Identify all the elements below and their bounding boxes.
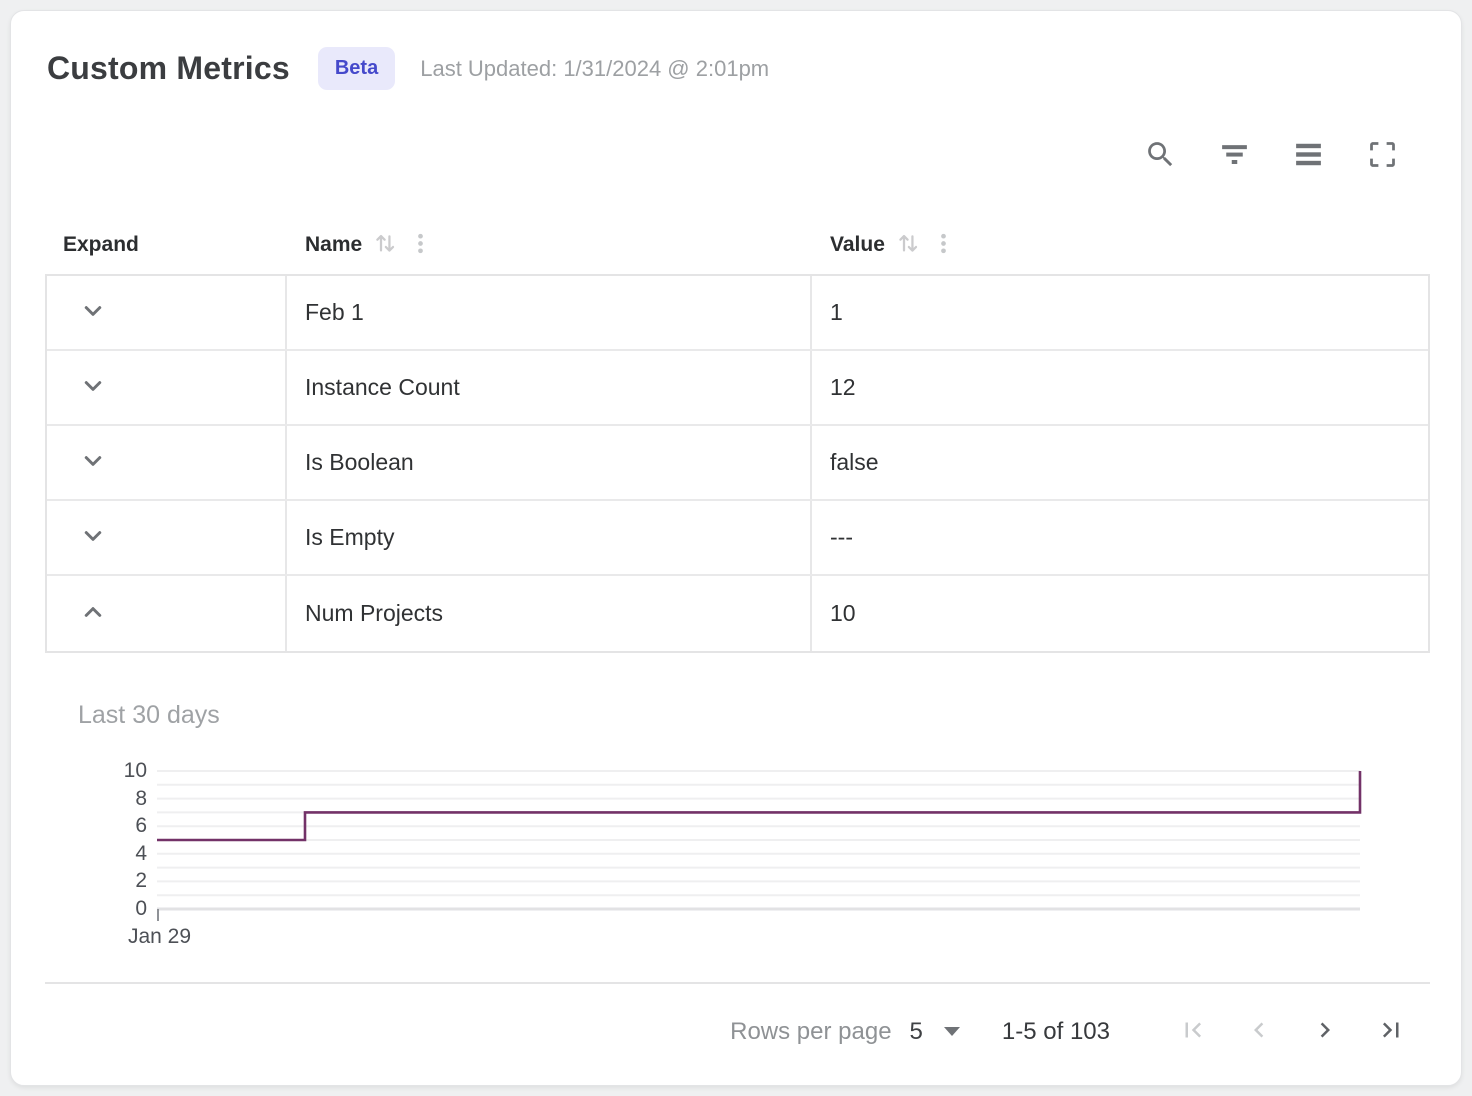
metric-name: Is Boolean bbox=[305, 449, 414, 476]
chevron-up-icon bbox=[78, 597, 108, 630]
table-row: Instance Count 12 bbox=[47, 351, 1428, 426]
metric-name-cell: Is Empty bbox=[287, 501, 812, 574]
metric-name: Is Empty bbox=[305, 524, 394, 551]
page-title: Custom Metrics bbox=[47, 50, 290, 87]
metric-value-cell: --- bbox=[812, 501, 1428, 574]
expand-column-header: Expand bbox=[45, 233, 287, 257]
expand-cell bbox=[47, 576, 287, 651]
value-column-header[interactable]: Value bbox=[812, 229, 1430, 262]
expand-row-button[interactable] bbox=[75, 445, 111, 481]
sort-icon[interactable] bbox=[895, 229, 922, 262]
metric-value: 1 bbox=[830, 299, 843, 326]
value-column-label: Value bbox=[830, 233, 885, 257]
rows-per-page-label: Rows per page bbox=[730, 1018, 891, 1046]
next-page-button[interactable] bbox=[1302, 1009, 1348, 1055]
y-axis-tick-label: 8 bbox=[135, 787, 147, 811]
table-row: Feb 1 1 bbox=[47, 276, 1428, 351]
dropdown-caret-icon bbox=[944, 1027, 960, 1036]
search-button[interactable] bbox=[1142, 136, 1178, 172]
sort-icon[interactable] bbox=[372, 229, 399, 262]
pagination-range: 1-5 of 103 bbox=[1002, 1018, 1110, 1046]
y-axis-tick-label: 2 bbox=[135, 869, 147, 893]
chart-plot-area: Jan 29 bbox=[157, 770, 1360, 910]
search-icon bbox=[1144, 138, 1177, 171]
metric-value: 12 bbox=[830, 374, 856, 401]
fullscreen-button[interactable] bbox=[1364, 136, 1400, 172]
sparkline-svg bbox=[157, 770, 1360, 910]
rows-per-page-value: 5 bbox=[910, 1018, 923, 1046]
beta-badge: Beta bbox=[318, 47, 395, 90]
expand-row-button[interactable] bbox=[75, 370, 111, 406]
chevron-down-icon bbox=[78, 296, 108, 329]
pagination-footer: Rows per page 5 1-5 of 103 bbox=[45, 982, 1430, 1085]
metric-value: 10 bbox=[830, 600, 856, 627]
filter-button[interactable] bbox=[1216, 136, 1252, 172]
first-page-icon bbox=[1178, 1015, 1208, 1048]
metric-name: Instance Count bbox=[305, 374, 460, 401]
table-body: Feb 11Instance Count12Is BooleanfalseIs … bbox=[45, 274, 1430, 653]
card-header: Custom Metrics Beta Last Updated: 1/31/2… bbox=[11, 11, 1461, 90]
chart-title: Last 30 days bbox=[78, 701, 1461, 730]
density-icon bbox=[1292, 138, 1325, 171]
metric-name-cell: Num Projects bbox=[287, 576, 812, 651]
table-row: Is Boolean false bbox=[47, 426, 1428, 501]
table-row: Is Empty --- bbox=[47, 501, 1428, 576]
metrics-table: Expand Name Value bbox=[45, 216, 1430, 653]
chevron-right-icon bbox=[1310, 1015, 1340, 1048]
last-page-icon bbox=[1376, 1015, 1406, 1048]
name-column-header[interactable]: Name bbox=[287, 229, 812, 262]
y-axis-tick-label: 6 bbox=[135, 814, 147, 838]
metric-name: Num Projects bbox=[305, 600, 443, 627]
kebab-icon bbox=[407, 230, 434, 260]
column-menu-button[interactable] bbox=[930, 230, 957, 260]
column-menu-button[interactable] bbox=[407, 230, 434, 260]
fullscreen-icon bbox=[1366, 138, 1399, 171]
expanded-row-detail: Last 30 days 0246810 Jan 29 bbox=[11, 653, 1461, 910]
metric-value-cell: false bbox=[812, 426, 1428, 499]
previous-page-button bbox=[1236, 1009, 1282, 1055]
last-page-button[interactable] bbox=[1368, 1009, 1414, 1055]
metric-value-cell: 1 bbox=[812, 276, 1428, 349]
chevron-down-icon bbox=[78, 521, 108, 554]
metric-value-cell: 10 bbox=[812, 576, 1428, 651]
y-axis-tick-label: 4 bbox=[135, 842, 147, 866]
expand-column-label: Expand bbox=[63, 233, 139, 257]
metric-name-cell: Is Boolean bbox=[287, 426, 812, 499]
collapse-row-button[interactable] bbox=[75, 596, 111, 632]
y-axis-tick-label: 10 bbox=[124, 759, 147, 783]
chevron-left-icon bbox=[1244, 1015, 1274, 1048]
kebab-icon bbox=[930, 230, 957, 260]
last-updated-text: Last Updated: 1/31/2024 @ 2:01pm bbox=[420, 56, 769, 82]
filter-icon bbox=[1218, 138, 1251, 171]
sparkline-chart: 0246810 Jan 29 bbox=[45, 770, 1461, 910]
chevron-down-icon bbox=[78, 371, 108, 404]
y-axis-tick-label: 0 bbox=[135, 897, 147, 921]
density-button[interactable] bbox=[1290, 136, 1326, 172]
y-axis-labels: 0246810 bbox=[45, 770, 157, 910]
custom-metrics-card: Custom Metrics Beta Last Updated: 1/31/2… bbox=[10, 10, 1462, 1086]
expand-row-button[interactable] bbox=[75, 520, 111, 556]
first-page-button bbox=[1170, 1009, 1216, 1055]
expand-cell bbox=[47, 426, 287, 499]
rows-per-page-select[interactable]: 5 bbox=[910, 1018, 960, 1046]
metric-name-cell: Instance Count bbox=[287, 351, 812, 424]
expand-cell bbox=[47, 351, 287, 424]
metric-name-cell: Feb 1 bbox=[287, 276, 812, 349]
table-header-row: Expand Name Value bbox=[45, 216, 1430, 274]
grid-toolbar bbox=[11, 90, 1461, 172]
expand-cell bbox=[47, 501, 287, 574]
expand-cell bbox=[47, 276, 287, 349]
expand-row-button[interactable] bbox=[75, 295, 111, 331]
metric-name: Feb 1 bbox=[305, 299, 364, 326]
name-column-label: Name bbox=[305, 233, 362, 257]
table-row: Num Projects 10 bbox=[47, 576, 1428, 651]
metric-value-cell: 12 bbox=[812, 351, 1428, 424]
chevron-down-icon bbox=[78, 446, 108, 479]
x-axis-tick-label: Jan 29 bbox=[128, 925, 191, 949]
metric-value: false bbox=[830, 449, 879, 476]
metric-value: --- bbox=[830, 524, 853, 551]
